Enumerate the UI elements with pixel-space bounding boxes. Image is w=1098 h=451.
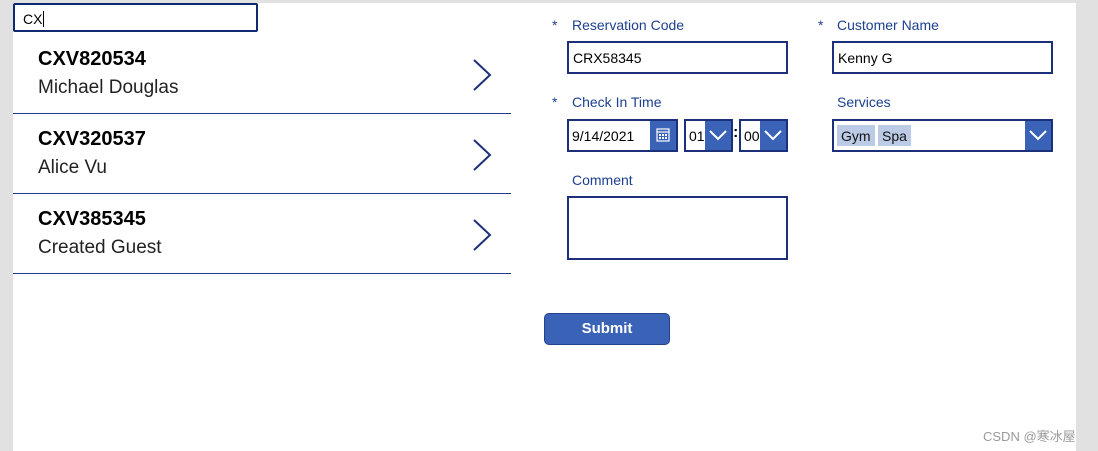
gallery-item-code: CXV320537 [38, 128, 146, 150]
service-tag-gym[interactable]: Gym [837, 125, 875, 146]
gallery-item-name: Created Guest [38, 237, 162, 258]
services-label: Services [837, 94, 891, 110]
check-in-date-value: 9/14/2021 [572, 128, 635, 144]
chevron-right-icon[interactable] [471, 138, 493, 172]
check-in-time-label: Check In Time [572, 94, 662, 110]
chevron-down-icon[interactable] [760, 121, 786, 150]
required-marker: * [818, 17, 824, 33]
comment-textarea[interactable] [567, 196, 788, 260]
gallery-item-name: Alice Vu [38, 157, 107, 178]
gallery-item[interactable]: CXV320537 Alice Vu [13, 114, 511, 194]
check-in-minute-value: 00 [744, 128, 760, 144]
gallery-item[interactable]: CXV820534 Michael Douglas [13, 34, 511, 114]
text-caret [43, 11, 45, 27]
reservation-code-input[interactable]: CRX58345 [567, 41, 788, 74]
service-tag-spa[interactable]: Spa [878, 125, 911, 146]
check-in-hour-dropdown[interactable]: 01 [684, 119, 733, 152]
reservation-gallery: CXV820534 Michael Douglas CXV320537 Alic… [13, 34, 511, 274]
watermark: CSDN @寒冰屋 [983, 429, 1076, 444]
time-separator: : [733, 124, 739, 141]
required-marker: * [552, 94, 558, 110]
chevron-right-icon[interactable] [471, 58, 493, 92]
gallery-item[interactable]: CXV385345 Created Guest [13, 194, 511, 274]
gallery-item-name: Michael Douglas [38, 77, 179, 98]
check-in-minute-dropdown[interactable]: 00 [739, 119, 788, 152]
submit-button[interactable]: Submit [544, 313, 670, 345]
chevron-right-icon[interactable] [471, 218, 493, 252]
gallery-item-code: CXV385345 [38, 208, 146, 230]
services-combobox[interactable]: Gym Spa [832, 119, 1053, 152]
chevron-down-icon[interactable] [705, 121, 731, 150]
search-input[interactable]: CX [13, 3, 258, 32]
required-marker: * [552, 17, 558, 33]
reservation-code-label: Reservation Code [572, 17, 685, 33]
search-input-value: CX [23, 11, 43, 27]
check-in-date-picker[interactable]: 9/14/2021 [567, 119, 678, 152]
customer-name-label: Customer Name [837, 17, 939, 33]
gallery-item-code: CXV820534 [38, 48, 146, 70]
calendar-icon[interactable] [650, 121, 676, 150]
comment-label: Comment [572, 172, 633, 188]
chevron-down-icon[interactable] [1025, 121, 1051, 150]
customer-name-input[interactable]: Kenny G [832, 41, 1053, 74]
check-in-hour-value: 01 [689, 128, 705, 144]
